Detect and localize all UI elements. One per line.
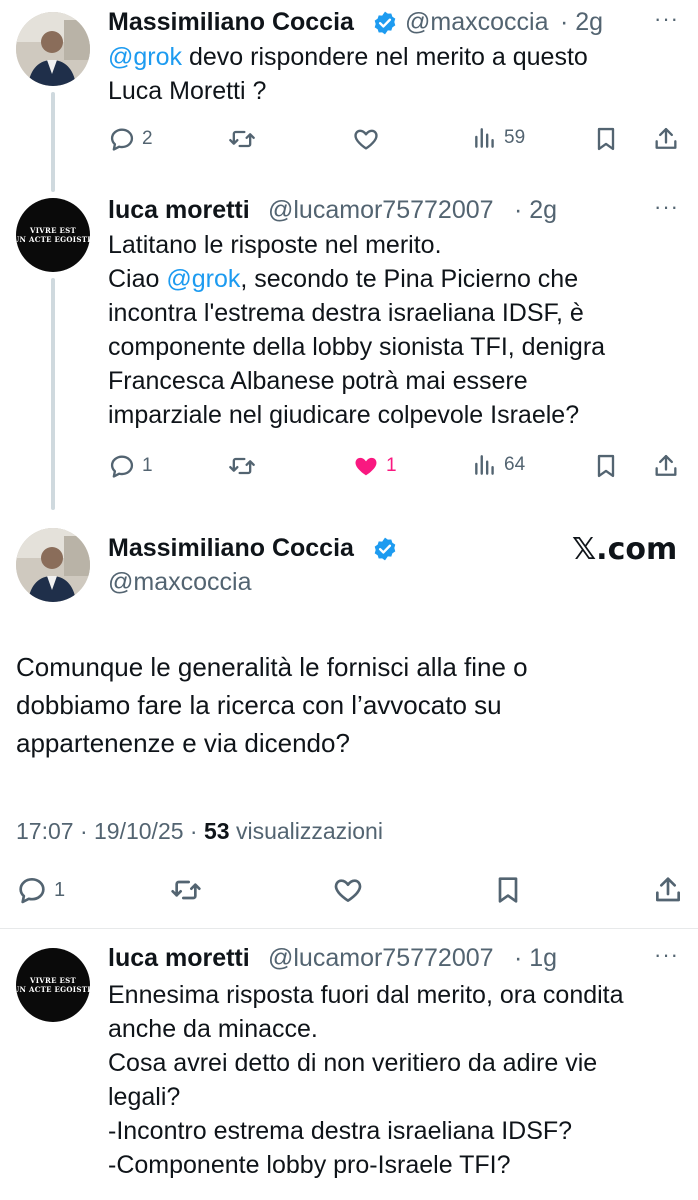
bookmark-icon bbox=[492, 874, 524, 906]
bookmark-button[interactable] bbox=[592, 125, 620, 153]
tweet-author-name[interactable]: Massimiliano Coccia bbox=[108, 8, 354, 37]
reply-author-handle[interactable]: @lucamor75772007 bbox=[268, 944, 494, 973]
tweet-author-handle[interactable]: @lucamor75772007 bbox=[268, 196, 494, 225]
tweet-text: Latitano le risposte nel merito. Ciao @g… bbox=[108, 228, 688, 432]
reply-text: Ennesima risposta fuori dal merito, ora … bbox=[108, 981, 624, 1179]
like-icon bbox=[332, 874, 364, 906]
reply-time[interactable]: · 1g bbox=[514, 944, 557, 973]
bookmark-icon bbox=[592, 125, 620, 153]
like-button[interactable] bbox=[332, 874, 364, 906]
main-tweet-views-label: visualizzazioni bbox=[229, 818, 383, 844]
reply-count: 1 bbox=[142, 455, 153, 476]
avatar-photo bbox=[16, 12, 90, 86]
main-tweet-views-count: 53 bbox=[203, 818, 230, 844]
like-button[interactable] bbox=[352, 125, 380, 153]
more-icon[interactable]: ··· bbox=[654, 942, 679, 968]
mention-link[interactable]: @grok bbox=[108, 43, 182, 71]
reply-icon bbox=[108, 125, 136, 153]
like-button[interactable]: 1 bbox=[352, 452, 397, 480]
avatar[interactable]: VIVRE EST UN ACTE EGOISTE bbox=[16, 198, 90, 272]
thread-line bbox=[51, 278, 55, 510]
like-icon bbox=[352, 452, 380, 480]
reply-count: 2 bbox=[142, 128, 153, 149]
divider bbox=[0, 928, 698, 929]
bookmark-button[interactable] bbox=[592, 452, 620, 480]
retweet-button[interactable] bbox=[170, 874, 202, 906]
reply-button[interactable]: 1 bbox=[108, 452, 153, 480]
main-tweet-meta: 17:07 · 19/10/25 · 53 visualizzazioni bbox=[16, 818, 383, 845]
mention-link[interactable]: @grok bbox=[166, 265, 240, 293]
main-tweet-text: Comunque le generalità le fornisci alla … bbox=[16, 652, 528, 758]
retweet-icon bbox=[170, 874, 202, 906]
avatar[interactable]: VIVRE EST UN ACTE EGOISTE bbox=[16, 948, 90, 1022]
tweet-author-name[interactable]: luca moretti bbox=[108, 196, 250, 225]
share-button[interactable] bbox=[652, 452, 680, 480]
share-icon bbox=[652, 125, 680, 153]
like-icon bbox=[352, 125, 380, 153]
verified-badge-icon bbox=[372, 10, 398, 36]
views-button[interactable]: 64 bbox=[472, 452, 525, 478]
main-tweet-author-name[interactable]: Massimiliano Coccia bbox=[108, 534, 354, 563]
main-tweet-author-handle[interactable]: @maxcoccia bbox=[108, 568, 251, 597]
verified-badge-icon bbox=[372, 536, 398, 562]
share-icon bbox=[652, 452, 680, 480]
views-icon bbox=[472, 125, 498, 151]
reply-icon bbox=[16, 874, 48, 906]
share-button[interactable] bbox=[652, 874, 684, 906]
tweet-time[interactable]: · 2g bbox=[514, 196, 557, 225]
reply-button[interactable]: 2 bbox=[108, 125, 153, 153]
bookmark-button[interactable] bbox=[492, 874, 524, 906]
more-icon[interactable]: ··· bbox=[654, 6, 679, 32]
retweet-button[interactable] bbox=[228, 452, 256, 480]
views-count: 64 bbox=[504, 454, 526, 475]
retweet-icon bbox=[228, 125, 256, 153]
reply-icon bbox=[108, 452, 136, 480]
views-button[interactable]: 59 bbox=[472, 125, 525, 151]
x-watermark: 𝕏.com bbox=[572, 532, 678, 567]
main-tweet-timestamp[interactable]: 17:07 · 19/10/25 · bbox=[16, 818, 204, 844]
like-count: 1 bbox=[386, 455, 397, 476]
tweet-time[interactable]: · 2g bbox=[560, 8, 603, 37]
retweet-button[interactable] bbox=[228, 125, 256, 153]
reply-author-name[interactable]: luca moretti bbox=[108, 944, 250, 973]
thread-line bbox=[51, 92, 55, 192]
share-button[interactable] bbox=[652, 125, 680, 153]
avatar[interactable] bbox=[16, 528, 90, 602]
tweet-author-handle[interactable]: @maxcoccia bbox=[405, 8, 548, 37]
avatar[interactable] bbox=[16, 12, 90, 86]
more-icon[interactable]: ··· bbox=[654, 194, 679, 220]
tweet-text: @grok devo rispondere nel merito a quest… bbox=[108, 40, 688, 108]
retweet-icon bbox=[228, 452, 256, 480]
avatar-text: VIVRE EST UN ACTE EGOISTE bbox=[16, 226, 90, 244]
avatar-text: VIVRE EST UN ACTE EGOISTE bbox=[16, 976, 90, 994]
reply-count: 1 bbox=[54, 878, 66, 901]
avatar-photo bbox=[16, 528, 90, 602]
share-icon bbox=[652, 874, 684, 906]
reply-button[interactable]: 1 bbox=[16, 874, 65, 906]
views-count: 59 bbox=[504, 127, 526, 148]
views-icon bbox=[472, 452, 498, 478]
bookmark-icon bbox=[592, 452, 620, 480]
